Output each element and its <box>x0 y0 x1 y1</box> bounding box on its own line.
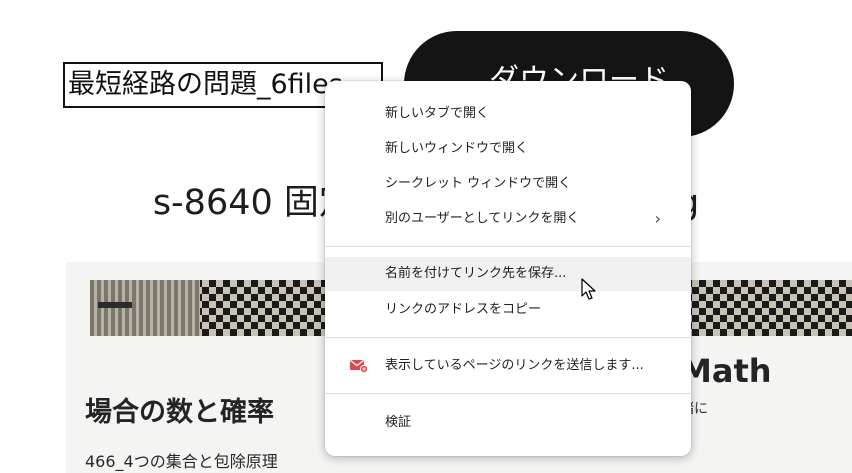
menu-item-open-as-other-user[interactable]: 別のユーザーとしてリンクを開く › <box>325 202 691 236</box>
mail-icon <box>350 359 368 373</box>
menu-item-label: 表示しているページのリンクを送信します... <box>385 358 644 373</box>
menu-item-label: 検証 <box>385 415 412 430</box>
menu-item-label: リンクのアドレスをコピー <box>385 302 542 317</box>
menu-item-label: 新しいウィンドウで開く <box>385 141 529 156</box>
page: 最短経路の問題_6files ダウンロード s-8640 固定した道を通る確率.… <box>0 0 852 473</box>
menu-item-label: シークレット ウィンドウで開く <box>385 176 572 191</box>
menu-divider <box>325 337 691 338</box>
menu-item-save-link-as[interactable]: 名前を付けてリンク先を保存... <box>325 257 691 291</box>
menu-item-open-new-window[interactable]: 新しいウィンドウで開く <box>325 132 691 166</box>
menu-item-label: 別のユーザーとしてリンクを開く <box>385 211 580 226</box>
menu-item-open-incognito[interactable]: シークレット ウィンドウで開く <box>325 167 691 201</box>
menu-item-label: 名前を付けてリンク先を保存... <box>385 266 567 281</box>
context-menu: 新しいタブで開く 新しいウィンドウで開く シークレット ウィンドウで開く 別のユ… <box>325 81 691 456</box>
menu-divider <box>325 393 691 394</box>
preview-banner-texture <box>90 280 200 336</box>
preview-math-label: Math <box>680 352 772 390</box>
mouse-cursor-icon <box>581 278 596 300</box>
preview-heading: 場合の数と確率 <box>85 397 274 428</box>
menu-item-inspect[interactable]: 検証 <box>325 406 691 440</box>
preview-subheading: 466_4つの集合と包除原理 <box>85 452 278 471</box>
menu-item-copy-link-address[interactable]: リンクのアドレスをコピー <box>325 293 691 327</box>
menu-divider <box>325 246 691 247</box>
chevron-right-icon: › <box>654 209 661 228</box>
menu-item-open-new-tab[interactable]: 新しいタブで開く <box>325 97 691 131</box>
menu-item-send-link[interactable]: 表示しているページのリンクを送信します... <box>325 349 691 383</box>
menu-item-label: 新しいタブで開く <box>385 106 490 121</box>
